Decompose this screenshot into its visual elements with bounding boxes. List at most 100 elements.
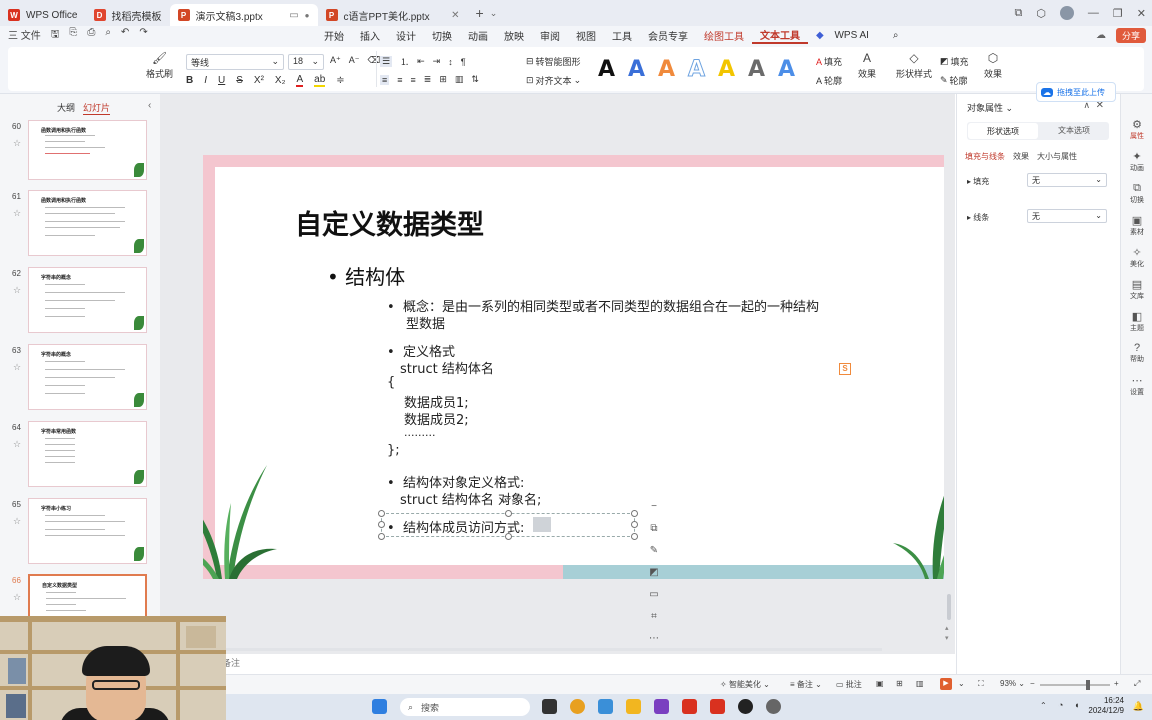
- shape-outline-button[interactable]: ✎ 轮廓: [940, 74, 968, 87]
- drag-upload-tip[interactable]: ☁ 拖拽至此上传: [1036, 82, 1116, 102]
- indent-increase-icon[interactable]: ⇥: [433, 56, 441, 67]
- sidebar-transition[interactable]: ⧉ 切换: [1121, 182, 1152, 205]
- resize-handle-w[interactable]: [378, 521, 385, 528]
- tab-size-properties[interactable]: 大小与属性: [1037, 151, 1077, 162]
- text-effects-button[interactable]: A 效果: [858, 51, 876, 80]
- taskbar-search[interactable]: ⌕ 搜索: [400, 698, 530, 716]
- text-style-black[interactable]: A: [598, 57, 615, 82]
- slide-thumbnail[interactable]: 字符串常用函数: [28, 421, 147, 487]
- tab-slides[interactable]: 幻灯片: [83, 101, 111, 115]
- font-size-select[interactable]: 18 ⌄: [288, 54, 324, 70]
- indent-decrease-icon[interactable]: ⇤: [417, 56, 425, 67]
- text-fill-button[interactable]: A 填充: [816, 55, 842, 68]
- notes-divider[interactable]: [226, 648, 882, 651]
- thumbnail-row[interactable]: 65 ☆ 字符串小练习: [0, 498, 160, 568]
- sidebar-assets[interactable]: ▣ 素材: [1121, 214, 1152, 237]
- distribute-icon[interactable]: ⊞: [439, 74, 447, 85]
- highlight-icon[interactable]: ab: [314, 74, 326, 87]
- menu-review[interactable]: 审阅: [532, 28, 568, 43]
- tab-c-ppt[interactable]: P c语言PPT美化.pptx ✕: [318, 4, 468, 26]
- collapse-panel-icon[interactable]: ‹: [148, 100, 151, 111]
- format-painter-button[interactable]: 🖌 格式刷: [146, 51, 173, 80]
- pane-title[interactable]: 对象属性 ⌄: [967, 101, 1013, 114]
- fit-window-icon[interactable]: ⛶: [978, 679, 984, 689]
- line-section[interactable]: ▸ 线条: [967, 212, 989, 223]
- crop-icon[interactable]: ⌗: [646, 609, 662, 625]
- menu-transition[interactable]: 切换: [424, 28, 460, 43]
- resize-handle-ne[interactable]: [631, 510, 638, 517]
- new-tab-button[interactable]: +: [476, 5, 484, 21]
- tab-presentation-3[interactable]: P 演示文稿3.pptx ▭ ●: [169, 4, 318, 26]
- resize-handle-se[interactable]: [631, 533, 638, 540]
- align-left-icon[interactable]: ≡: [380, 74, 390, 85]
- line-select[interactable]: 无 ⌄: [1027, 209, 1107, 223]
- menu-view[interactable]: 视图: [568, 28, 604, 43]
- thumbnail-row[interactable]: 63 ☆ 字符串的概念: [0, 344, 160, 414]
- star-icon[interactable]: ☆: [13, 285, 21, 296]
- tab-wps-office[interactable]: W WPS Office: [0, 4, 86, 26]
- chevron-down-icon[interactable]: ⌄: [490, 8, 498, 19]
- menu-text-tools[interactable]: 文本工具: [752, 27, 808, 44]
- line-spacing-icon[interactable]: ↕: [448, 57, 453, 67]
- tab-docer[interactable]: D 找稻壳模板: [86, 4, 170, 26]
- skin-icon[interactable]: ⬡: [1036, 7, 1046, 20]
- font-color-icon[interactable]: A: [296, 74, 304, 87]
- align-center-icon[interactable]: ≡: [397, 75, 402, 85]
- strikethrough-icon[interactable]: S: [236, 75, 243, 86]
- file-menu[interactable]: 三 文件: [8, 27, 41, 44]
- tab-fill-line[interactable]: 填充与线条: [965, 151, 1005, 162]
- sidebar-animation[interactable]: ✦ 动画: [1121, 150, 1152, 173]
- code-line-6[interactable]: };: [387, 443, 400, 458]
- collapse-minus-icon[interactable]: −: [646, 499, 662, 515]
- sidebar-settings[interactable]: ⋯ 设置: [1121, 374, 1152, 397]
- subscript-icon[interactable]: X₂: [275, 75, 286, 86]
- settings-icon[interactable]: [766, 699, 781, 714]
- edit-pen-icon[interactable]: ✎: [646, 543, 662, 559]
- menu-wps-ai[interactable]: ◆ WPS AI: [808, 30, 885, 41]
- fill-bucket-icon[interactable]: ◩: [646, 565, 662, 581]
- thumbnail-row[interactable]: 64 ☆ 字符串常用函数: [0, 421, 160, 491]
- menu-tools[interactable]: 工具: [604, 28, 640, 43]
- layers-icon[interactable]: ⧉: [646, 521, 662, 537]
- zoom-in-icon[interactable]: +: [1114, 679, 1119, 688]
- qq-icon[interactable]: [738, 699, 753, 714]
- shape-options-tab[interactable]: 形状选项: [968, 123, 1038, 139]
- task-view-icon[interactable]: [542, 699, 557, 714]
- close-window-button[interactable]: ✕: [1137, 7, 1146, 20]
- numbered-list-icon[interactable]: ⒈: [400, 55, 409, 68]
- volume-icon[interactable]: ◖: [1074, 700, 1079, 710]
- vertical-scrollbar[interactable]: [947, 594, 951, 620]
- text-style-orange[interactable]: A: [658, 57, 675, 82]
- zoom-slider[interactable]: [1040, 684, 1110, 686]
- char-spacing-icon[interactable]: ≑: [336, 75, 344, 86]
- sidebar-beautify[interactable]: ✧ 美化: [1121, 246, 1152, 269]
- slide-thumbnail[interactable]: 字符串的概念: [28, 267, 147, 333]
- justify-icon[interactable]: ≣: [424, 74, 432, 85]
- windows-start-icon[interactable]: [372, 699, 387, 714]
- concept-line-1[interactable]: • 概念：是由一系列的相同类型或者不同类型的数据组合在一起的一种结构: [387, 296, 819, 315]
- user-avatar[interactable]: [1059, 6, 1074, 20]
- scroll-down-icon[interactable]: ▾: [945, 634, 949, 642]
- layout-icon[interactable]: ⧉: [1014, 7, 1022, 20]
- bold-icon[interactable]: B: [186, 75, 193, 86]
- play-slideshow-button[interactable]: ▶: [940, 678, 952, 690]
- thumbnail-row[interactable]: 60 ☆ 函数调用和执行函数: [0, 120, 160, 190]
- taskbar-clock[interactable]: 16:24 2024/12/9: [1088, 696, 1124, 716]
- menu-drawing-tools[interactable]: 绘图工具: [696, 28, 752, 43]
- fill-select[interactable]: 无 ⌄: [1027, 173, 1107, 187]
- chevron-down-icon[interactable]: ⌄: [958, 679, 965, 688]
- monitor-icon[interactable]: ▭: [289, 10, 298, 21]
- comments-button[interactable]: ▭ 批注: [836, 679, 862, 690]
- undo-icon[interactable]: ↶: [121, 27, 129, 44]
- tab-outline[interactable]: 大纲: [57, 101, 75, 115]
- print-icon[interactable]: ⎙: [87, 27, 95, 44]
- star-icon[interactable]: ☆: [13, 208, 21, 219]
- convert-smartart-button[interactable]: ⊟ 转智能图形: [526, 55, 581, 68]
- thumbnail-row[interactable]: 61 ☆ 函数调用和执行函数: [0, 190, 160, 260]
- menu-slideshow[interactable]: 放映: [496, 28, 532, 43]
- text-style-gradient[interactable]: A: [778, 57, 795, 82]
- text-outline-button[interactable]: A 轮廓: [816, 74, 842, 87]
- italic-icon[interactable]: I: [204, 75, 207, 86]
- cloud-icon[interactable]: ☁: [1096, 30, 1106, 41]
- share-button[interactable]: 分享: [1115, 27, 1146, 43]
